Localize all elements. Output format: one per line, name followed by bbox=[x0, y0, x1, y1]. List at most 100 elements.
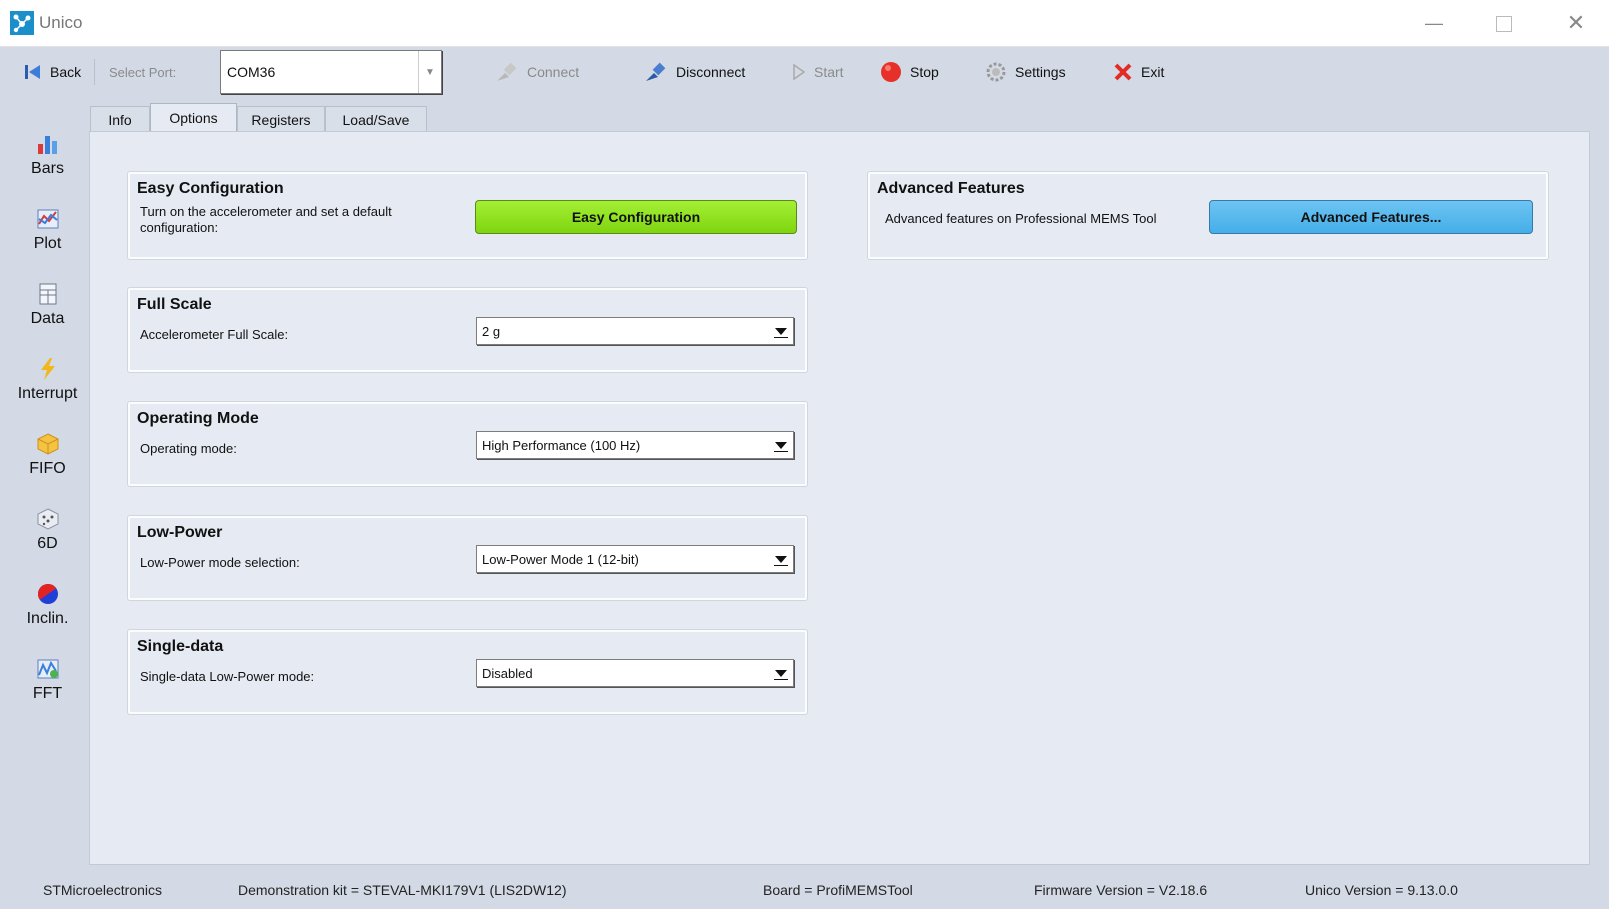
caret-underline bbox=[774, 565, 788, 566]
inclination-ball-icon bbox=[37, 584, 58, 604]
tab-load-save[interactable]: Load/Save bbox=[325, 106, 427, 132]
operating-mode-group: Operating Mode Operating mode: High Perf… bbox=[128, 402, 807, 486]
play-icon bbox=[793, 63, 806, 81]
sidebar-item-inclin[interactable]: Inclin. bbox=[0, 582, 95, 628]
port-select[interactable]: COM36 ▼ bbox=[220, 50, 442, 94]
operating-mode-select[interactable]: High Performance (100 Hz) bbox=[476, 431, 794, 459]
sidebar-item-label: Inclin. bbox=[26, 610, 69, 627]
full-scale-select[interactable]: 2 g bbox=[476, 317, 794, 345]
sidebar-item-label: Data bbox=[30, 310, 65, 327]
operating-mode-label: Operating mode: bbox=[140, 441, 237, 456]
chevron-down-icon[interactable]: ▼ bbox=[418, 51, 441, 93]
disconnect-label: Disconnect bbox=[676, 64, 746, 80]
unico-app-icon bbox=[10, 11, 34, 35]
status-bar: STMicroelectronics Demonstration kit = S… bbox=[0, 868, 1609, 908]
full-scale-value: 2 g bbox=[482, 324, 501, 339]
bar-chart-icon bbox=[37, 136, 57, 154]
chevron-down-icon bbox=[775, 556, 787, 563]
minimize-icon: — bbox=[1425, 13, 1443, 33]
sidebar-item-interrupt[interactable]: Interrupt bbox=[0, 357, 95, 403]
single-data-select[interactable]: Disabled bbox=[476, 659, 794, 687]
single-data-value: Disabled bbox=[482, 666, 533, 681]
advanced-features-description: Advanced features on Professional MEMS T… bbox=[885, 211, 1157, 226]
chevron-down-icon bbox=[775, 670, 787, 677]
caret-underline bbox=[774, 337, 788, 338]
start-button[interactable]: Start bbox=[792, 57, 844, 87]
sidebar-item-label: Bars bbox=[31, 160, 64, 177]
back-button[interactable]: Back bbox=[24, 57, 81, 87]
low-power-value: Low-Power Mode 1 (12-bit) bbox=[482, 552, 639, 567]
sidebar-item-label: FIFO bbox=[29, 460, 66, 477]
disconnect-button[interactable]: Disconnect bbox=[644, 57, 745, 87]
disconnect-plug-icon bbox=[646, 62, 666, 81]
fft-icon bbox=[37, 659, 58, 679]
plot-icon bbox=[37, 209, 58, 229]
sidebar-item-fft[interactable]: FFT bbox=[0, 657, 95, 703]
easy-configuration-button[interactable]: Easy Configuration bbox=[475, 200, 797, 234]
sidebar-item-fifo[interactable]: FIFO bbox=[0, 432, 95, 478]
advanced-features-button[interactable]: Advanced Features... bbox=[1209, 200, 1533, 234]
status-kit: Demonstration kit = STEVAL-MKI179V1 (LIS… bbox=[238, 882, 567, 898]
toolbar: Back Select Port: COM36 ▼ Connect Discon… bbox=[0, 47, 1609, 99]
lightning-icon bbox=[40, 358, 55, 380]
low-power-select[interactable]: Low-Power Mode 1 (12-bit) bbox=[476, 545, 794, 573]
group-title: Advanced Features bbox=[877, 180, 1025, 197]
tab-registers[interactable]: Registers bbox=[237, 106, 325, 132]
maximize-button[interactable] bbox=[1474, 0, 1534, 46]
stop-button[interactable]: Stop bbox=[880, 57, 939, 87]
minimize-button[interactable]: — bbox=[1404, 0, 1464, 46]
full-scale-group: Full Scale Accelerometer Full Scale: 2 g bbox=[128, 288, 807, 372]
easy-config-description: Turn on the accelerometer and set a defa… bbox=[140, 204, 392, 235]
connect-label: Connect bbox=[527, 64, 580, 80]
port-value: COM36 bbox=[227, 64, 276, 80]
sidebar-item-label: Interrupt bbox=[17, 385, 78, 402]
close-window-button[interactable]: ✕ bbox=[1546, 0, 1606, 46]
gear-icon bbox=[986, 62, 1006, 82]
window-title: Unico bbox=[39, 13, 83, 32]
exit-button[interactable]: Exit bbox=[1113, 57, 1164, 87]
status-company: STMicroelectronics bbox=[43, 882, 163, 898]
full-scale-label: Accelerometer Full Scale: bbox=[140, 327, 289, 342]
sidebar-item-bars[interactable]: Bars bbox=[0, 132, 95, 178]
operating-mode-value: High Performance (100 Hz) bbox=[482, 438, 641, 453]
low-power-label: Low-Power mode selection: bbox=[140, 555, 300, 570]
plug-icon bbox=[497, 62, 517, 81]
maximize-icon bbox=[1496, 16, 1512, 33]
close-icon: ✕ bbox=[1566, 10, 1586, 35]
fifo-box-icon bbox=[37, 433, 58, 455]
sidebar-item-plot[interactable]: Plot bbox=[0, 207, 95, 253]
exit-label: Exit bbox=[1141, 64, 1165, 80]
start-label: Start bbox=[814, 64, 844, 80]
back-label: Back bbox=[50, 64, 82, 80]
connect-button[interactable]: Connect bbox=[495, 57, 579, 87]
sidebar-item-label: FFT bbox=[32, 685, 63, 702]
exit-x-icon bbox=[1114, 63, 1132, 81]
group-title: Easy Configuration bbox=[137, 180, 284, 197]
sidebar-item-6d[interactable]: 6D bbox=[0, 507, 95, 553]
toolbar-separator bbox=[94, 59, 95, 85]
group-title: Low-Power bbox=[137, 524, 223, 541]
group-title: Single-data bbox=[137, 638, 224, 655]
back-icon bbox=[25, 65, 40, 79]
select-port-label: Select Port: bbox=[109, 65, 177, 80]
chevron-down-icon bbox=[775, 442, 787, 449]
low-power-group: Low-Power Low-Power mode selection: Low-… bbox=[128, 516, 807, 600]
tab-info[interactable]: Info bbox=[90, 106, 150, 132]
single-data-label: Single-data Low-Power mode: bbox=[140, 669, 315, 684]
settings-button[interactable]: Settings bbox=[985, 57, 1066, 87]
sidebar-item-label: Plot bbox=[33, 235, 62, 252]
status-board: Board = ProfiMEMSTool bbox=[763, 882, 913, 898]
group-title: Operating Mode bbox=[137, 410, 259, 427]
caret-underline bbox=[774, 451, 788, 452]
status-unico-version: Unico Version = 9.13.0.0 bbox=[1305, 882, 1458, 898]
easy-config-group: Easy Configuration Turn on the accelerom… bbox=[128, 172, 807, 259]
status-firmware: Firmware Version = V2.18.6 bbox=[1034, 882, 1208, 898]
stop-icon bbox=[881, 62, 901, 82]
tab-options[interactable]: Options bbox=[150, 103, 237, 133]
options-panel: Easy Configuration Turn on the accelerom… bbox=[89, 131, 1590, 865]
title-bar: Unico — ✕ bbox=[0, 0, 1609, 47]
dice-icon bbox=[37, 508, 58, 530]
settings-label: Settings bbox=[1015, 64, 1066, 80]
sidebar-item-data[interactable]: Data bbox=[0, 282, 95, 328]
single-data-group: Single-data Single-data Low-Power mode: … bbox=[128, 630, 807, 714]
